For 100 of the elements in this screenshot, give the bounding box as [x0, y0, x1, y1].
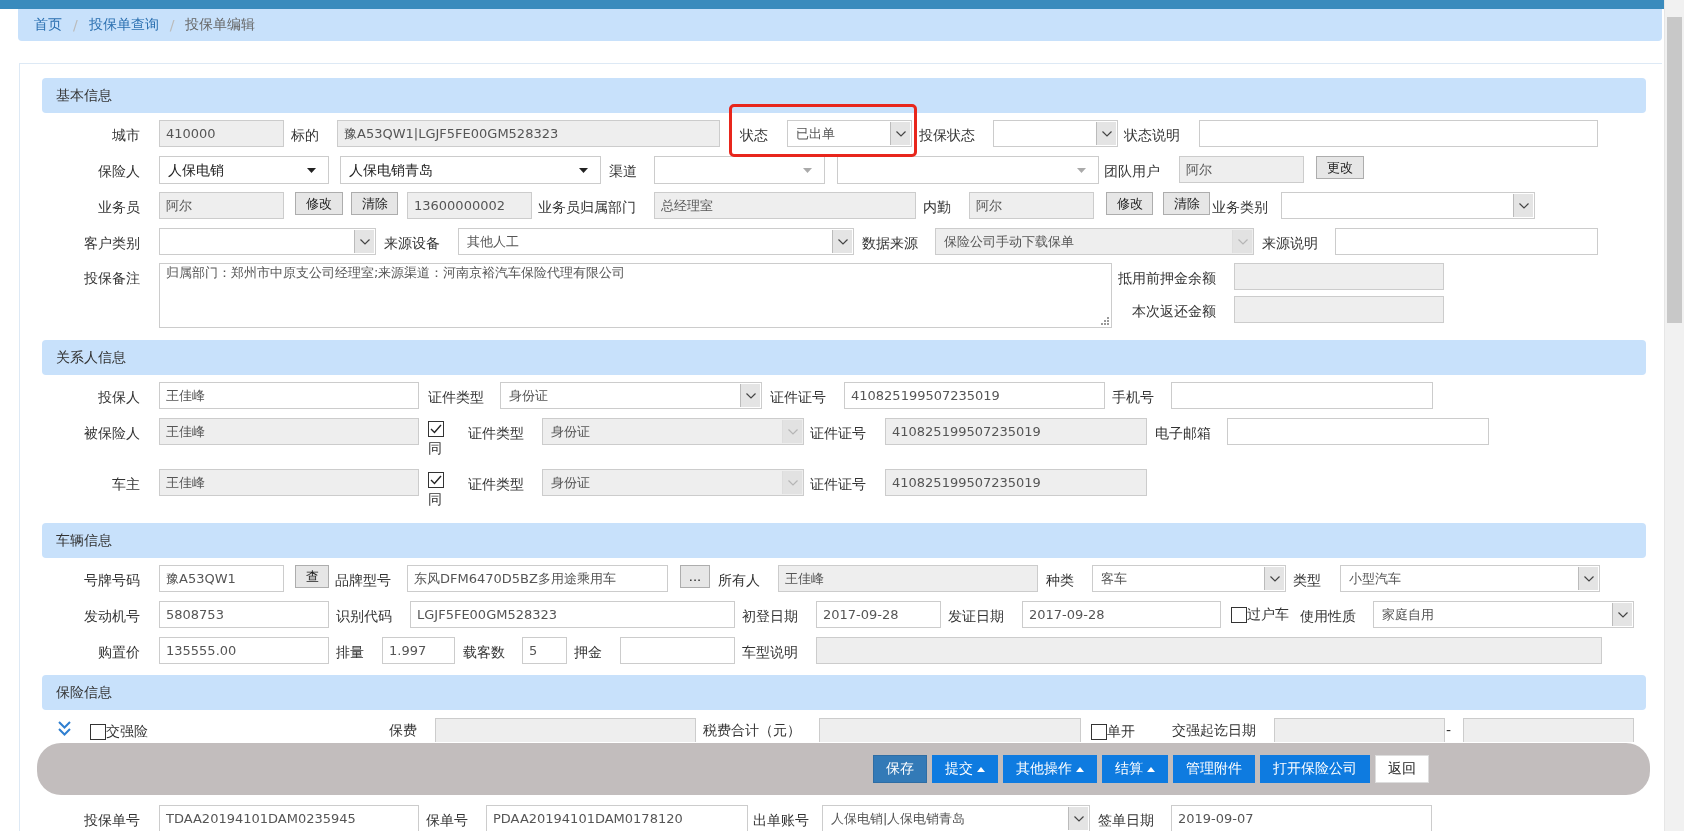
chevron-down-icon — [359, 238, 370, 245]
field-label: 被保险人 — [83, 424, 141, 443]
action-button[interactable]: 管理附件 — [1173, 755, 1255, 783]
field-label: 证件证号 — [810, 424, 867, 443]
resize-grip-icon[interactable] — [1100, 316, 1109, 325]
field-label: 证件证号 — [770, 388, 827, 407]
text-field[interactable] — [1227, 418, 1489, 445]
dropdown[interactable]: 其他人工 — [458, 228, 854, 255]
field-label: 证件类型 — [468, 475, 525, 494]
text-field[interactable]: 135555.00 — [159, 637, 329, 664]
field-label: 号牌号码 — [83, 571, 141, 590]
caret-up-icon — [1147, 766, 1155, 772]
action-button[interactable]: 保存 — [873, 755, 927, 783]
checkbox[interactable] — [428, 472, 444, 488]
dropdown[interactable]: 小型汽车 — [1340, 565, 1600, 592]
checkbox[interactable] — [1231, 606, 1247, 623]
field-label: 排量 — [336, 643, 365, 662]
field-label: 业务员归属部门 — [538, 198, 637, 217]
dropdown[interactable]: 家庭自用 — [1373, 601, 1634, 628]
chevron-down-icon — [1518, 202, 1529, 209]
action-button[interactable]: 打开保险公司 — [1260, 755, 1370, 783]
chevron-down-icon — [787, 479, 798, 486]
dropdown[interactable]: 身份证 — [500, 382, 762, 409]
text-field[interactable] — [1335, 228, 1598, 255]
field-label: 载客数 — [462, 643, 506, 662]
text-field[interactable]: 2017-09-28 — [816, 601, 941, 628]
action-button[interactable]: 其他操作 — [1003, 755, 1097, 783]
action-button[interactable]: 返回 — [1375, 755, 1429, 783]
section-title: 保险信息 — [56, 683, 112, 702]
dropdown[interactable] — [654, 156, 825, 184]
text-field[interactable]: 东风DFM6470D5BZ多用途乘用车 — [407, 565, 668, 592]
dropdown[interactable] — [1281, 192, 1535, 219]
action-button[interactable]: 提交 — [932, 755, 998, 783]
text-area[interactable]: 归属部门：郑州市中原支公司经理室;来源渠道：河南京裕汽车保险代理有限公司 — [159, 263, 1112, 328]
breadcrumb-link[interactable]: 投保单查询 — [88, 16, 159, 34]
text-field[interactable]: 王佳峰 — [159, 382, 419, 409]
text-field[interactable] — [1171, 382, 1433, 409]
chevron-down-icon — [895, 130, 906, 137]
text-field[interactable]: PDAA20194101DAM0178120 — [486, 805, 748, 831]
dropdown[interactable]: 人保电销 — [159, 156, 329, 184]
field-label: 抵用前押金余额 — [1117, 269, 1217, 288]
field-label: - — [1446, 721, 1453, 740]
dropdown[interactable] — [993, 120, 1118, 147]
dropdown[interactable] — [159, 228, 376, 255]
chevron-down-icon — [745, 392, 756, 399]
dropdown[interactable]: 人保电销青岛 — [340, 156, 601, 184]
chevron-down-icon — [1617, 611, 1628, 618]
dropdown[interactable]: 人保电销|人保电销青岛 — [822, 805, 1090, 831]
text-field[interactable] — [1199, 120, 1598, 147]
checkbox[interactable] — [1091, 723, 1107, 740]
breadcrumb-separator: / — [169, 17, 175, 33]
field-label: 城市 — [111, 126, 141, 145]
checkbox[interactable] — [90, 723, 106, 740]
section-title: 关系人信息 — [56, 348, 126, 367]
text-field[interactable]: 2019-09-07 — [1171, 805, 1432, 831]
scrollbar-thumb[interactable] — [1667, 17, 1682, 323]
dropdown[interactable]: 客车 — [1092, 565, 1286, 592]
field-label: 状态说明 — [1123, 126, 1181, 145]
text-field[interactable] — [620, 637, 735, 664]
dropdown[interactable]: 已出单 — [787, 120, 912, 147]
field-label: 业务类别 — [1212, 198, 1269, 217]
text-field[interactable]: LGJF5FE00GM528323 — [410, 601, 735, 628]
field-label: 所有人 — [717, 571, 761, 590]
action-button[interactable]: 结算 — [1102, 755, 1168, 783]
field-label: 签单日期 — [1098, 811, 1155, 830]
field-label: 渠道 — [608, 162, 638, 181]
field-label: 证件类型 — [428, 388, 485, 407]
double-chevron-icon[interactable] — [58, 721, 71, 737]
field-label: 类型 — [1293, 571, 1322, 590]
field-label: 识别代码 — [336, 607, 393, 626]
field-label: 车型说明 — [742, 643, 799, 662]
text-field[interactable]: TDAA20194101DAM0235945 — [159, 805, 419, 831]
field-label: 投保人 — [97, 388, 141, 407]
field-label: 发动机号 — [83, 607, 141, 626]
form-button[interactable]: 更改 — [1316, 156, 1364, 179]
breadcrumb-separator: / — [73, 17, 78, 33]
text-field[interactable]: 410825199507235019 — [844, 382, 1105, 409]
checkbox-label: 同 — [428, 491, 442, 507]
text-field[interactable]: 豫A53QW1 — [159, 565, 284, 592]
field-label: 保单号 — [425, 811, 469, 830]
breadcrumb-link[interactable]: 首页 — [34, 16, 62, 34]
chevron-down-icon — [1101, 130, 1112, 137]
field-label: 投保备注 — [83, 269, 141, 288]
checkbox-label: 交强险 — [106, 722, 148, 741]
field-label: 状态 — [739, 126, 769, 145]
form-button[interactable]: 查 — [295, 565, 329, 588]
form-button[interactable]: 修改 — [295, 192, 343, 215]
text-field[interactable]: 2017-09-28 — [1022, 601, 1221, 628]
text-field[interactable]: 1.997 — [382, 637, 455, 664]
form-button[interactable]: 修改 — [1106, 192, 1153, 215]
form-button[interactable]: 清除 — [1163, 192, 1210, 215]
form-button[interactable]: 清除 — [351, 192, 398, 215]
form-button[interactable]: ... — [680, 565, 710, 588]
scrollbar[interactable] — [1664, 0, 1684, 831]
text-field[interactable]: 5 — [522, 637, 567, 664]
text-field[interactable]: 5808753 — [159, 601, 329, 628]
field-label: 电子邮箱 — [1155, 424, 1212, 443]
field-label: 团队用户 — [1103, 162, 1161, 181]
dropdown[interactable] — [837, 156, 1099, 184]
checkbox[interactable] — [428, 421, 444, 437]
